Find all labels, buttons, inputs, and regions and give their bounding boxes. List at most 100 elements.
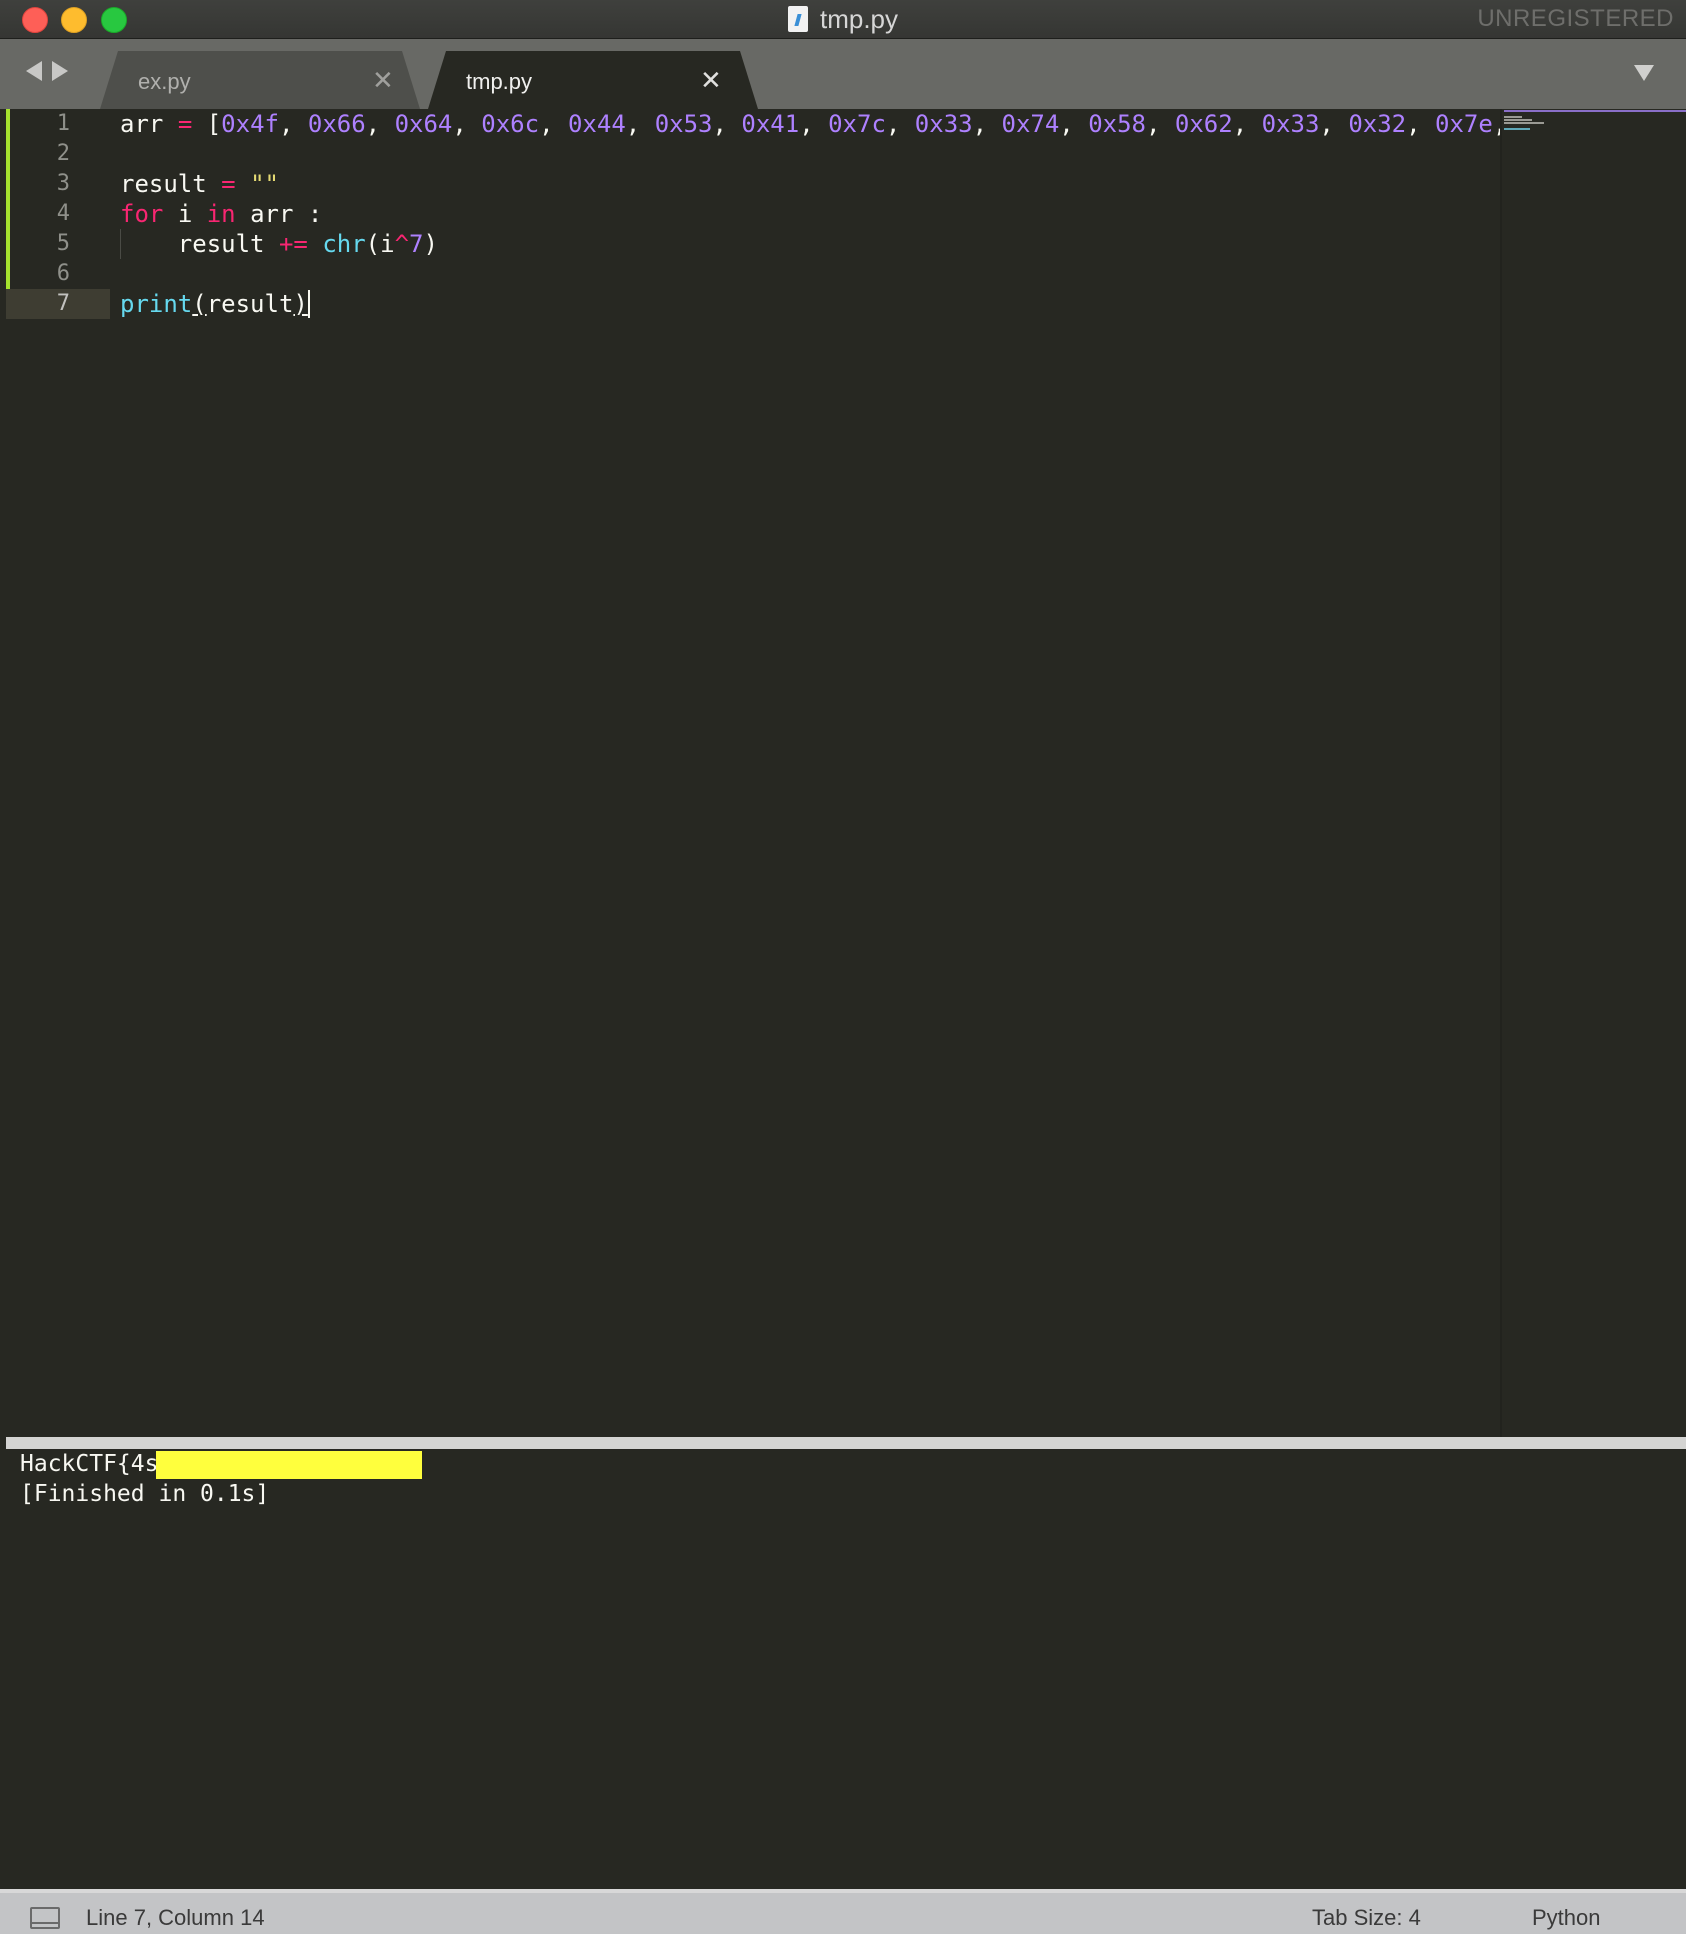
number-literal: 0x33: [914, 110, 973, 138]
builtin-function: print: [120, 290, 193, 318]
tab-navigation: [26, 61, 68, 81]
paren: ): [423, 230, 438, 258]
number-literal: 7: [409, 230, 424, 258]
minimap-line: [1504, 119, 1532, 121]
window-title-group: tmp.py: [0, 0, 1686, 38]
operator: =: [221, 170, 236, 198]
punctuation: :: [307, 200, 323, 228]
number-literal: 0x74: [1001, 110, 1060, 138]
active-line-number: 7: [6, 289, 110, 319]
identifier: arr: [250, 200, 294, 228]
separator: ,: [885, 110, 915, 138]
number-literal: 0x66: [307, 110, 366, 138]
identifier: result: [120, 170, 207, 198]
line-number: 4: [56, 201, 70, 226]
separator: ,: [278, 110, 308, 138]
code-line-7: print(result): [120, 289, 308, 319]
next-tab-arrow-icon[interactable]: [52, 61, 68, 81]
separator: ,: [1319, 110, 1349, 138]
array-values: 0x4f, 0x66, 0x64, 0x6c, 0x44, 0x53, 0x41…: [221, 110, 1500, 138]
number-literal: 0x4f: [221, 110, 279, 138]
string-literal: "": [250, 170, 279, 198]
minimap-line: [1504, 122, 1544, 124]
tab-bar: ex.py ✕ tmp.py ✕: [0, 39, 1686, 109]
output-finished-line: [Finished in 0.1s]: [20, 1481, 270, 1507]
operator: +=: [278, 230, 308, 258]
number-literal: 0x58: [1088, 110, 1146, 138]
redaction-highlight: [156, 1451, 422, 1479]
tab-size-selector[interactable]: Tab Size: 4: [1312, 1905, 1421, 1931]
tab-label: ex.py: [138, 69, 191, 94]
number-literal: 0x32: [1348, 110, 1407, 138]
code-text[interactable]: arr = [0x4f, 0x66, 0x64, 0x6c, 0x44, 0x5…: [120, 109, 1500, 1437]
number-literal: 0x64: [394, 110, 453, 138]
toggle-panel-icon[interactable]: [30, 1907, 60, 1929]
number-literal: 0x7c: [828, 110, 886, 138]
minimap-line: [1504, 116, 1522, 118]
line-number: 3: [56, 171, 70, 196]
panel-divider[interactable]: [6, 1437, 1686, 1449]
number-literal: 0x6c: [481, 110, 540, 138]
output-flag-line: HackCTF{4s: [20, 1451, 159, 1477]
separator: ,: [1059, 110, 1089, 138]
line-number: 2: [56, 141, 70, 166]
separator: ,: [452, 110, 482, 138]
number-literal: 0x41: [741, 110, 800, 138]
line-number-gutter: 1 2 3 4 5 6 7: [6, 109, 110, 1437]
separator: ,: [365, 110, 395, 138]
tab-ex-py[interactable]: ex.py ✕: [100, 51, 420, 109]
minimap-line: [1504, 128, 1530, 130]
line-number: 6: [56, 261, 70, 286]
tab-label: tmp.py: [466, 69, 533, 94]
line-number: 7: [56, 291, 70, 316]
identifier: result: [177, 230, 265, 258]
build-output-panel[interactable]: HackCTF{4s [Finished in 0.1s]: [10, 1449, 1682, 1887]
cursor-position: Line 7, Column 14: [86, 1905, 265, 1930]
tab-tmp-py[interactable]: tmp.py ✕: [428, 51, 758, 109]
text-cursor: [308, 290, 310, 318]
tab-list-dropdown-icon[interactable]: [1634, 65, 1654, 81]
separator: ,: [1232, 110, 1262, 138]
minimap[interactable]: [1500, 109, 1686, 1437]
title-bar: tmp.py UNREGISTERED: [0, 0, 1686, 39]
separator: ,: [1146, 110, 1175, 138]
window-title: tmp.py: [819, 3, 899, 34]
code-editor[interactable]: 1 2 3 4 5 6 7 arr = [0x4f, 0x66, 0x64, 0…: [6, 109, 1500, 1437]
close-tab-icon[interactable]: ✕: [372, 65, 394, 96]
license-label: UNREGISTERED: [1477, 5, 1674, 32]
separator: ,: [799, 110, 829, 138]
code-line-3: result = "": [120, 169, 279, 199]
number-literal: 0x7e: [1435, 110, 1493, 138]
identifier: result: [206, 290, 294, 318]
keyword: in: [206, 200, 236, 228]
close-tab-icon[interactable]: ✕: [700, 65, 722, 96]
separator: ,: [712, 110, 742, 138]
code-line-5: result += chr(i^7): [120, 229, 438, 259]
line-number: 1: [56, 111, 70, 136]
number-literal: 0x53: [654, 110, 713, 138]
syntax-selector[interactable]: Python: [1532, 1905, 1601, 1931]
code-line-4: for i in arr :: [120, 199, 322, 229]
keyword: for: [120, 200, 164, 228]
status-bar: Line 7, Column 14 Tab Size: 4 Python: [0, 1889, 1686, 1934]
operator: =: [177, 110, 193, 138]
matched-paren: (: [192, 290, 207, 318]
identifier: i: [177, 200, 193, 228]
identifier: i: [380, 230, 395, 258]
separator: ,: [1406, 110, 1436, 138]
builtin-function: chr: [322, 230, 366, 258]
matched-paren: ): [293, 290, 308, 318]
paren: (: [365, 230, 381, 258]
number-literal: 0x62: [1174, 110, 1233, 138]
separator: ,: [625, 110, 655, 138]
separator: ,: [539, 110, 568, 138]
number-literal: 0x33: [1261, 110, 1320, 138]
python-file-icon: [787, 6, 808, 32]
number-literal: 0x44: [567, 110, 626, 138]
operator: ^: [394, 230, 410, 258]
previous-tab-arrow-icon[interactable]: [26, 61, 42, 81]
minimap-line: [1504, 110, 1686, 112]
separator: ,: [972, 110, 1002, 138]
code-line-1: arr = [0x4f, 0x66, 0x64, 0x6c, 0x44, 0x5…: [120, 109, 1500, 139]
line-number: 5: [56, 231, 70, 256]
